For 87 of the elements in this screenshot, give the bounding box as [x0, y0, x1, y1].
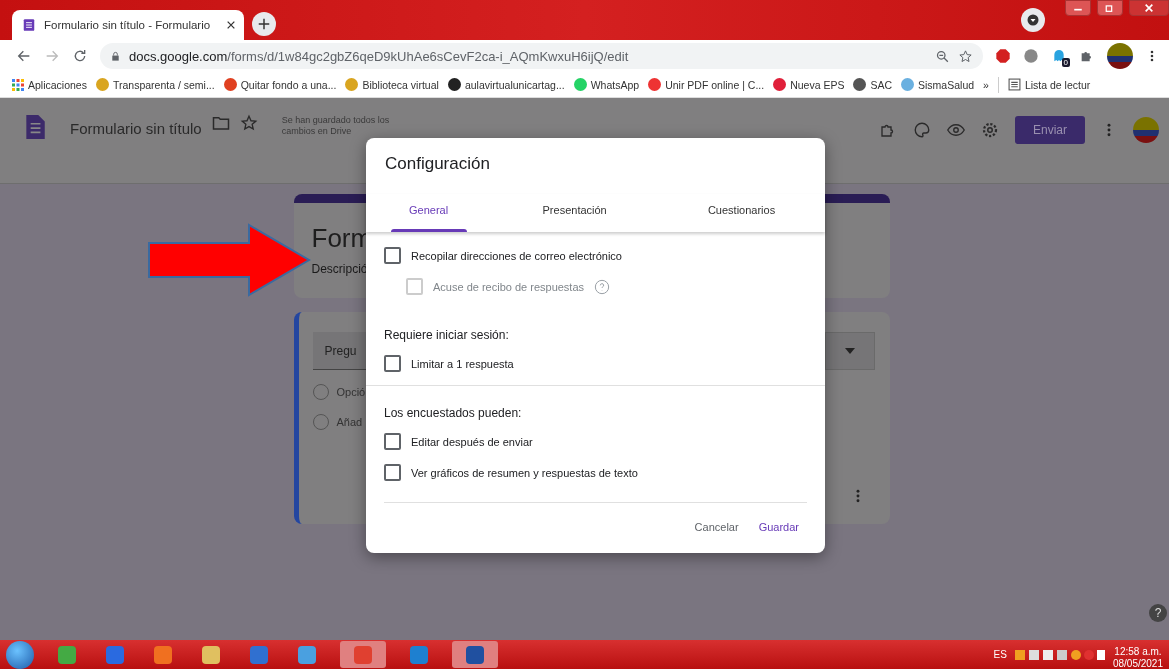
bookmark[interactable]: Unir PDF online | C...: [648, 78, 765, 91]
bookmark[interactable]: Biblioteca virtual: [345, 78, 439, 91]
app-icon: [248, 643, 270, 666]
tab-search-button[interactable]: [1021, 8, 1045, 32]
app-icon: [200, 643, 222, 666]
bookmark-icon: [648, 78, 662, 91]
app-icon: [152, 643, 174, 666]
bookmark[interactable]: Aplicaciones: [12, 78, 87, 91]
browser-tab[interactable]: Formulario sin título - Formulario: [12, 10, 244, 40]
caret-icon: [1027, 14, 1039, 26]
extension-badge: 0: [1061, 58, 1070, 67]
bookmark-icon: [573, 78, 587, 91]
extension-icon[interactable]: [1023, 48, 1039, 64]
profile-avatar[interactable]: [1107, 43, 1133, 69]
adblock-icon[interactable]: [995, 48, 1011, 64]
palette-icon[interactable]: [913, 121, 931, 139]
eye-icon[interactable]: [947, 121, 965, 139]
bookmark[interactable]: Nueva EPS: [773, 78, 845, 91]
minimize-button[interactable]: [1065, 0, 1091, 16]
bookmark-icon: [95, 78, 109, 91]
checkbox[interactable]: [384, 464, 401, 481]
bookmark-icon: [223, 78, 237, 91]
close-icon: [1144, 3, 1154, 13]
bookmark[interactable]: SismaSalud: [901, 78, 975, 91]
cancel-button[interactable]: Cancelar: [686, 515, 747, 539]
option-label: Recopilar direcciones de correo electrónico: [411, 249, 622, 262]
bookmark[interactable]: Quitar fondo a una...: [223, 78, 337, 91]
section-heading: Requiere iniciar sesión:: [384, 328, 510, 342]
bookmark-icon: [901, 78, 915, 91]
taskbar-app-button[interactable]: [452, 641, 498, 668]
lock-icon: [110, 50, 121, 62]
dialog-tab[interactable]: General: [366, 194, 492, 232]
zoom-out-icon[interactable]: [935, 48, 950, 64]
form-title[interactable]: Formulario sin título: [70, 120, 202, 137]
app-icon: [56, 643, 78, 666]
url-text: docs.google.com/forms/d/1w84gc2gbZ6qeD9kUhAe6sCevF2ca-i_AQmKwxuH6ijQ/edit: [129, 48, 629, 64]
close-icon[interactable]: [226, 20, 236, 30]
star-icon[interactable]: [239, 114, 258, 132]
bookmark[interactable]: SAC: [853, 78, 893, 91]
section-heading: Los encuestados pueden:: [384, 406, 523, 420]
app-icon: [464, 643, 486, 666]
send-button[interactable]: Enviar: [1015, 116, 1085, 144]
folder-icon[interactable]: [211, 114, 230, 132]
option-label: Acuse de recibo de respuestas: [433, 280, 585, 293]
forms-icon[interactable]: [22, 18, 36, 32]
dialog-tab[interactable]: Cuestionarios: [658, 194, 825, 232]
dialog-tab[interactable]: Presentación: [491, 194, 659, 232]
checkbox[interactable]: [384, 355, 401, 372]
clock[interactable]: 12:58 a.m. 08/05/2021: [1112, 645, 1163, 669]
checkbox[interactable]: [384, 247, 401, 264]
apps-grid-icon: [12, 78, 24, 91]
caret-icon: [845, 348, 855, 354]
dialog-title: Configuración: [384, 153, 491, 174]
start-button[interactable]: [6, 640, 34, 669]
address-bar[interactable]: docs.google.com/forms/d/1w84gc2gbZ6qeD9kUhAe6sCevF2ca-i_AQmKwxuH6ijQ/edit: [100, 43, 983, 69]
bookmark[interactable]: Transparenta / semi...: [95, 78, 215, 91]
reading-list-button[interactable]: Lista de lectur: [1007, 78, 1091, 91]
bookmark-icon: [447, 78, 461, 91]
maximize-button[interactable]: [1097, 0, 1123, 16]
app-icon: [408, 643, 430, 666]
bookmark-icon: [773, 78, 787, 91]
close-button[interactable]: [1129, 0, 1169, 16]
bookmark[interactable]: WhatsApp: [573, 78, 640, 91]
ghost-icon[interactable]: [1051, 48, 1067, 64]
help-button[interactable]: ?: [1149, 604, 1167, 622]
more-bookmarks-button[interactable]: »: [983, 78, 989, 91]
save-button[interactable]: Guardar: [750, 515, 807, 539]
bookmark[interactable]: aulavirtualunicartag...: [447, 78, 565, 91]
back-icon[interactable]: [16, 48, 32, 64]
language-indicator[interactable]: ES: [993, 649, 1007, 660]
reload-icon[interactable]: [72, 48, 88, 64]
bookmark-icon: [345, 78, 359, 91]
star-icon[interactable]: [958, 48, 973, 64]
app-icon: [104, 643, 126, 666]
option-label: Limitar a 1 respuesta: [411, 357, 514, 370]
list-icon: [1007, 78, 1021, 91]
plus-icon: [257, 17, 271, 31]
app-icon: [352, 643, 374, 666]
bookmark-icon: [853, 78, 867, 91]
new-tab-button[interactable]: [252, 12, 276, 36]
option-label: Ver gráficos de resumen y respuestas de texto: [411, 466, 638, 479]
restore-icon: [1105, 3, 1115, 13]
settings-icon[interactable]: [981, 121, 999, 139]
option-label: Editar después de enviar: [411, 435, 533, 448]
save-status: Se han guardado todos los cambios en Drive: [281, 115, 391, 137]
app-icon: [296, 643, 318, 666]
checkbox[interactable]: [384, 433, 401, 450]
